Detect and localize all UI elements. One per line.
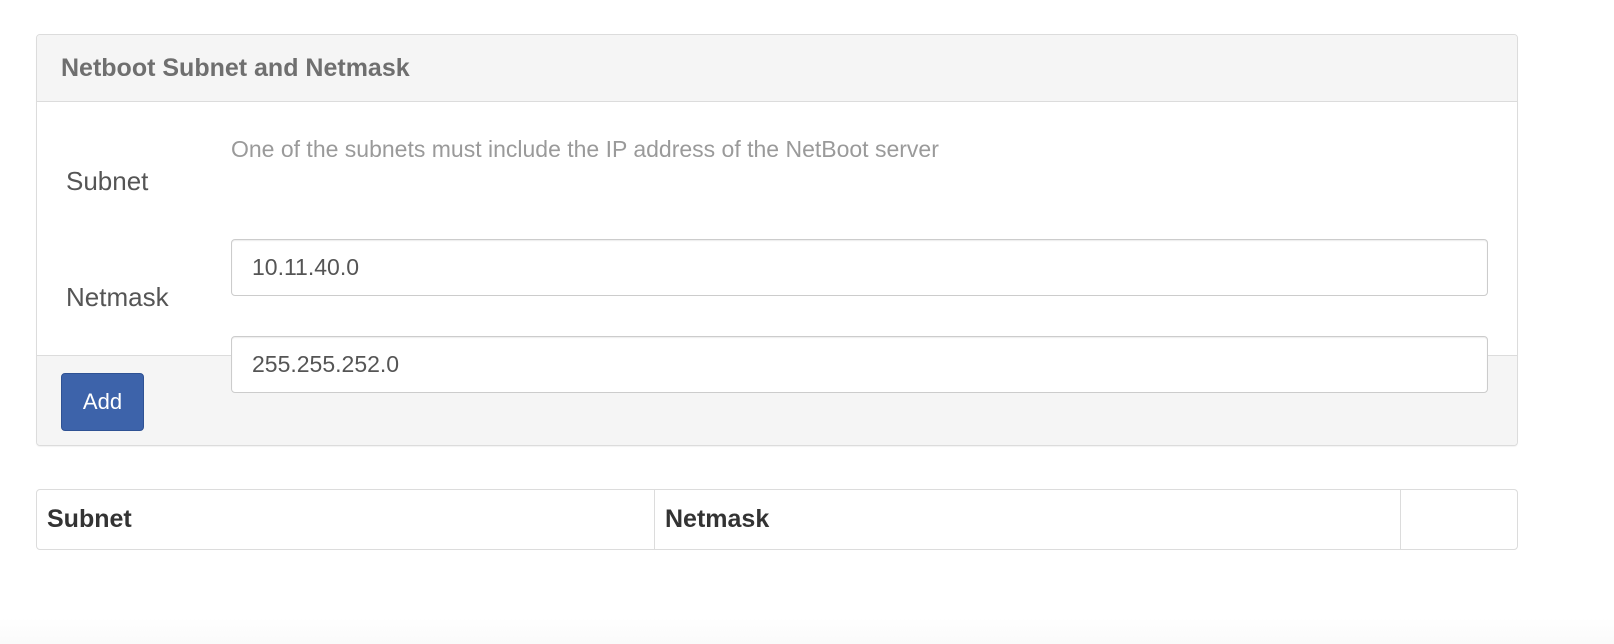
subnet-help-text: One of the subnets must include the IP a… — [231, 136, 939, 162]
subnet-label: Subnet — [66, 166, 149, 196]
page-bottom-shade — [0, 618, 1614, 644]
subnet-input[interactable] — [231, 239, 1488, 296]
netboot-subnet-panel: Netboot Subnet and Netmask Subnet One of… — [36, 34, 1518, 446]
subnet-table: Subnet Netmask — [36, 489, 1518, 550]
panel-heading: Netboot Subnet and Netmask — [37, 35, 1517, 102]
column-header-actions — [1401, 490, 1517, 549]
panel-title: Netboot Subnet and Netmask — [61, 53, 410, 82]
netmask-input[interactable] — [231, 336, 1488, 393]
column-header-netmask: Netmask — [655, 490, 1401, 549]
column-header-subnet: Subnet — [37, 490, 655, 549]
add-button[interactable]: Add — [61, 372, 144, 431]
panel-body: Subnet One of the subnets must include t… — [37, 102, 1517, 393]
netmask-label: Netmask — [66, 282, 169, 312]
page: Netboot Subnet and Netmask Subnet One of… — [0, 0, 1614, 644]
